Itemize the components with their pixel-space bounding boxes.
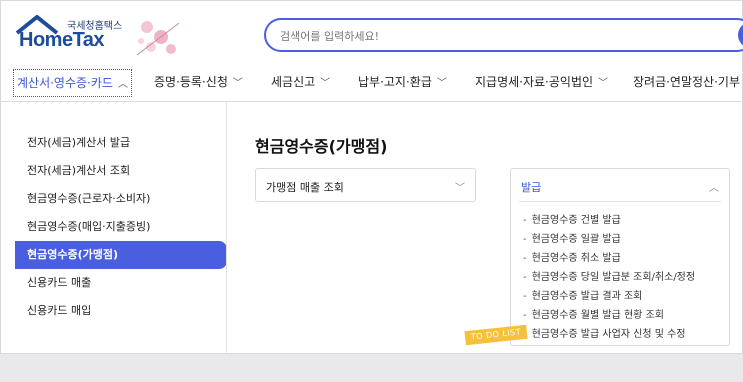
sidebar-border [226, 102, 227, 355]
nav-item-label: 계산서·영수증·카드 [17, 76, 113, 90]
chevron-down-icon: ﹀ [232, 78, 243, 89]
nav-divider [1, 101, 743, 102]
cherry-blossom-icon [136, 21, 180, 56]
issue-menu-list: - 현금영수증 건별 발급 - 현금영수증 일괄 발급 - 현금영수증 취소 발급 -… [523, 211, 695, 344]
nav-item-incentives[interactable]: 장려금·연말정산·기부 [633, 69, 740, 97]
sidebar-item-cash-receipt-consumer[interactable]: 현금영수증(근로자·소비자) [15, 185, 227, 213]
hometax-logo[interactable]: 국세청홈택스 HomeTax [15, 15, 185, 61]
chevron-down-icon: ﹀ [436, 78, 447, 89]
nav-item-certificate[interactable]: 증명·등록·신청 ﹀ [154, 69, 243, 97]
nav-item-label: 지급명세·자료·공익법인 [475, 75, 594, 89]
nav-item-label: 납부·고지·환급 [358, 75, 432, 89]
menu-item[interactable]: - 현금영수증 당일 발급분 조회/취소/정정 [523, 268, 695, 287]
panel-header[interactable]: 발급 [521, 179, 541, 195]
sidebar-item-cash-receipt-merchant[interactable]: 현금영수증(가맹점) [15, 241, 227, 269]
chevron-down-icon: ﹀ [598, 78, 609, 89]
menu-item[interactable]: - 현금영수증 일괄 발급 [523, 230, 695, 249]
panel-divider [519, 201, 721, 202]
dropdown-label: 가맹점 매출 조회 [266, 181, 344, 194]
menu-item[interactable]: - 현금영수증 건별 발급 [523, 211, 695, 230]
chevron-down-icon: ﹀ [455, 183, 465, 194]
app-window: 국세청홈택스 HomeTax 계산서·영수증·카드 ︿ 증명·등록·신청 ﹀ 세금신… [0, 0, 743, 355]
issue-panel: 발급 ︿ - 현금영수증 건별 발급 - 현금영수증 일괄 발급 - 현금영수증 취소… [510, 168, 730, 346]
main-nav: 계산서·영수증·카드 ︿ 증명·등록·신청 ﹀ 세금신고 ﹀ 납부·고지·환급 ﹀ 지급… [1, 69, 743, 99]
sidebar-item-credit-card-sales[interactable]: 신용카드 매출 [15, 269, 227, 297]
menu-item[interactable]: - 현금영수증 월별 발급 현황 조회 [523, 306, 695, 325]
nav-item-label: 세금신고 [271, 75, 316, 89]
logo-title: HomeTax [19, 29, 105, 51]
search-input[interactable] [280, 27, 700, 45]
chevron-down-icon: ﹀ [320, 78, 331, 89]
chevron-up-icon[interactable]: ︿ [709, 179, 719, 194]
search-bar[interactable] [264, 18, 743, 52]
sidebar-item-e-invoice-inquiry[interactable]: 전자(세금)계산서 조회 [15, 157, 227, 185]
search-button[interactable] [738, 22, 743, 48]
bottom-bar [0, 354, 743, 382]
nav-item-payment[interactable]: 납부·고지·환급 ﹀ [358, 69, 447, 97]
page-title: 현금영수증(가맹점) [255, 137, 388, 156]
sidebar-item-e-invoice-issue[interactable]: 전자(세금)계산서 발급 [15, 129, 227, 157]
chevron-up-icon: ︿ [117, 79, 128, 90]
sidebar: 전자(세금)계산서 발급 전자(세금)계산서 조회 현금영수증(근로자·소비자)… [15, 129, 227, 325]
nav-item-tax-filing[interactable]: 세금신고 ﹀ [271, 69, 330, 97]
nav-item-label: 증명·등록·신청 [154, 75, 228, 89]
sidebar-item-cash-receipt-purchase[interactable]: 현금영수증(매입·지출증빙) [15, 213, 227, 241]
nav-item-statements[interactable]: 지급명세·자료·공익법인 ﹀ [475, 69, 608, 97]
nav-item-label: 장려금·연말정산·기부 [633, 75, 740, 89]
merchant-sales-inquiry-dropdown[interactable]: 가맹점 매출 조회 ﹀ [255, 168, 476, 202]
nav-item-invoice-receipt-card[interactable]: 계산서·영수증·카드 ︿ [13, 69, 132, 97]
menu-item[interactable]: - 현금영수증 취소 발급 [523, 249, 695, 268]
menu-item[interactable]: - 현금영수증 발급 결과 조회 [523, 287, 695, 306]
menu-item[interactable]: -현금영수증 발급 사업자 신청 및 수정 [523, 325, 695, 344]
sidebar-item-credit-card-purchase[interactable]: 신용카드 매입 [15, 297, 227, 325]
